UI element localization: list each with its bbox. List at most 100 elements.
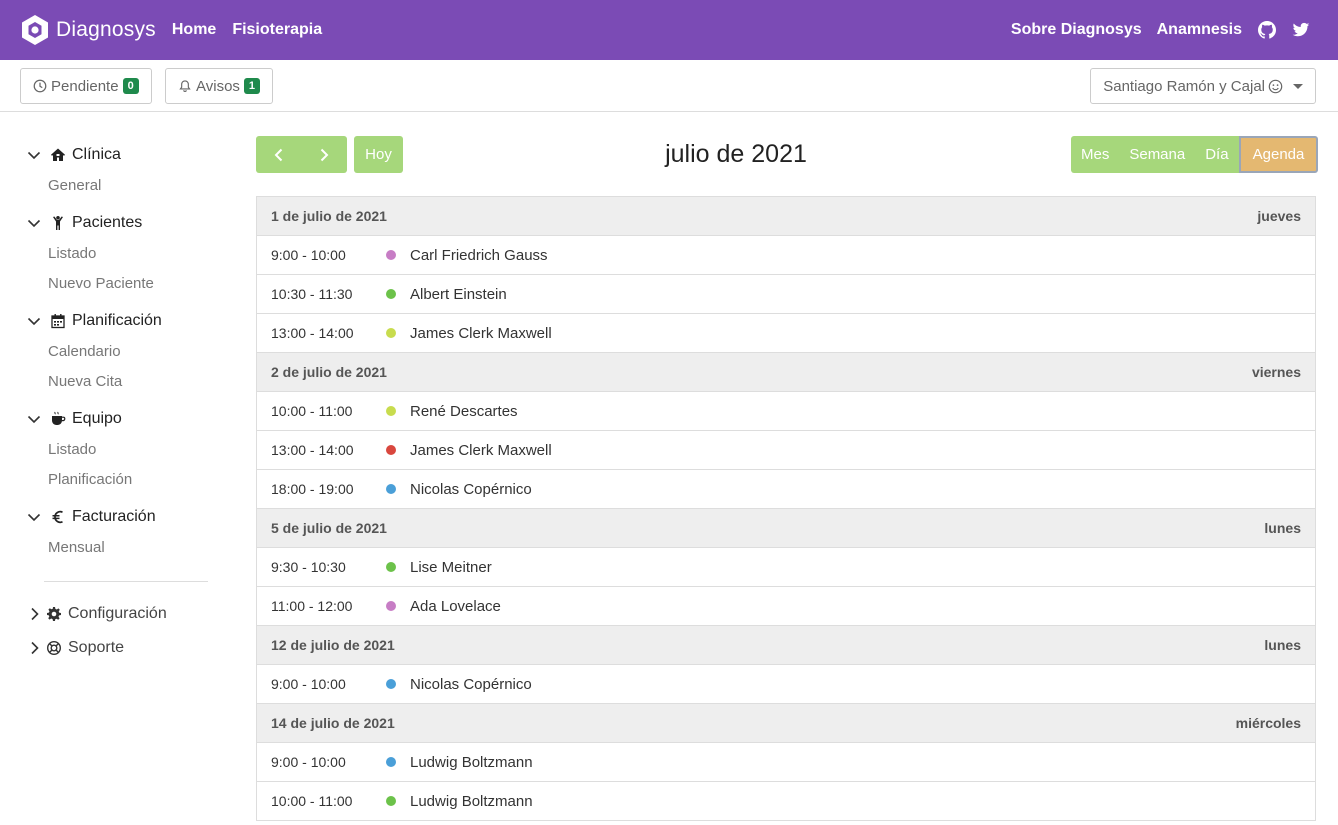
pending-button[interactable]: Pendiente 0 (20, 68, 152, 104)
event-color-dot (386, 796, 396, 806)
next-button[interactable] (302, 147, 347, 163)
agenda-date[interactable]: 2 de julio de 2021 (271, 364, 387, 380)
user-dropdown[interactable]: Santiago Ramón y Cajal (1090, 68, 1316, 104)
user-name: Santiago Ramón y Cajal (1103, 77, 1265, 95)
alerts-button[interactable]: Avisos 1 (165, 68, 274, 104)
agenda-day-header: 5 de julio de 2021 lunes (257, 509, 1315, 548)
agenda-day-header: 1 de julio de 2021 jueves (257, 197, 1315, 236)
event-color-dot (386, 406, 396, 416)
hexagon-logo-icon (22, 15, 48, 45)
agenda-day-header: 12 de julio de 2021 lunes (257, 626, 1315, 665)
view-switcher: Mes Semana Día (1071, 136, 1242, 173)
view-day-button[interactable]: Día (1195, 146, 1238, 163)
event-time: 9:00 - 10:00 (271, 247, 346, 263)
event-color-dot (386, 484, 396, 494)
view-week-button[interactable]: Semana (1119, 146, 1195, 163)
brand[interactable]: Diagnosys (20, 14, 156, 46)
sidebar-item-label: Soporte (68, 639, 125, 656)
sidebar-section-pacientes[interactable]: Pacientes (26, 214, 142, 232)
prev-button[interactable] (257, 147, 302, 163)
agenda-event-row[interactable]: 10:00 - 11:00 René Descartes (257, 392, 1315, 431)
agenda-event-row[interactable]: 13:00 - 14:00 James Clerk Maxwell (257, 431, 1315, 470)
nav-link-sobre[interactable]: Sobre Diagnosys (1011, 21, 1142, 39)
prev-next-group (256, 136, 347, 173)
gear-icon (46, 606, 62, 622)
brand-name: Diagnosys (56, 18, 156, 41)
agenda-event-row[interactable]: 9:00 - 10:00 Carl Friedrich Gauss (257, 236, 1315, 275)
sidebar-item-pacientes-listado[interactable]: Listado (48, 245, 96, 262)
sidebar-item-nueva-cita[interactable]: Nueva Cita (48, 373, 122, 390)
calendar-title: julio de 2021 (665, 140, 807, 168)
euro-icon (50, 509, 66, 525)
sidebar-item-soporte[interactable]: Soporte (26, 639, 124, 657)
event-title[interactable]: Lise Meitner (410, 559, 492, 576)
event-title[interactable]: Ludwig Boltzmann (410, 793, 533, 810)
sidebar-item-general[interactable]: General (48, 177, 101, 194)
event-title[interactable]: James Clerk Maxwell (410, 442, 552, 459)
agenda-event-row[interactable]: 13:00 - 14:00 James Clerk Maxwell (257, 314, 1315, 353)
agenda-event-row[interactable]: 11:00 - 12:00 Ada Lovelace (257, 587, 1315, 626)
chevron-down-icon (26, 147, 42, 163)
sidebar-item-calendario[interactable]: Calendario (48, 343, 121, 360)
agenda-date[interactable]: 1 de julio de 2021 (271, 208, 387, 224)
sidebar-section-equipo[interactable]: Equipo (26, 410, 122, 428)
agenda-day-header: 14 de julio de 2021 miércoles (257, 704, 1315, 743)
sidebar-section-label: Planificación (72, 312, 162, 329)
today-button[interactable]: Hoy (354, 136, 403, 173)
sidebar-section-clinica[interactable]: Clínica (26, 146, 121, 164)
chevron-down-icon (26, 313, 42, 329)
event-color-dot (386, 289, 396, 299)
calendar-icon (50, 313, 66, 329)
event-title[interactable]: René Descartes (410, 403, 518, 420)
event-time: 9:30 - 10:30 (271, 559, 346, 575)
sidebar-item-configuracion[interactable]: Configuración (26, 605, 167, 623)
sidebar-section-planificacion[interactable]: Planificación (26, 312, 162, 330)
event-color-dot (386, 328, 396, 338)
nav-link-fisioterapia[interactable]: Fisioterapia (232, 21, 322, 39)
event-color-dot (386, 757, 396, 767)
pending-label: Pendiente (51, 77, 119, 95)
sidebar-item-equipo-listado[interactable]: Listado (48, 441, 96, 458)
agenda-date[interactable]: 14 de julio de 2021 (271, 715, 395, 731)
sidebar-item-nuevo-paciente[interactable]: Nuevo Paciente (48, 275, 154, 292)
agenda-event-row[interactable]: 9:30 - 10:30 Lise Meitner (257, 548, 1315, 587)
sidebar-section-facturacion[interactable]: Facturación (26, 508, 156, 526)
twitter-icon[interactable] (1292, 21, 1310, 39)
event-time: 11:00 - 12:00 (271, 598, 353, 614)
sidebar-item-mensual[interactable]: Mensual (48, 539, 105, 556)
chevron-right-icon (26, 640, 42, 656)
top-navbar: Diagnosys Home Fisioterapia Sobre Diagno… (0, 0, 1338, 60)
sidebar-section-label: Clínica (72, 146, 121, 163)
view-agenda-button[interactable]: Agenda (1239, 136, 1318, 173)
event-color-dot (386, 562, 396, 572)
sidebar-item-equipo-planificacion[interactable]: Planificación (48, 471, 132, 488)
agenda-weekday: miércoles (1235, 715, 1301, 731)
github-icon[interactable] (1258, 21, 1276, 39)
event-title[interactable]: Carl Friedrich Gauss (410, 247, 548, 264)
event-title[interactable]: Albert Einstein (410, 286, 507, 303)
event-title[interactable]: Ada Lovelace (410, 598, 501, 615)
event-title[interactable]: Nicolas Copérnico (410, 481, 532, 498)
chevron-right-icon (320, 148, 329, 161)
event-title[interactable]: Nicolas Copérnico (410, 676, 532, 693)
nav-link-home[interactable]: Home (172, 21, 216, 39)
agenda-date[interactable]: 5 de julio de 2021 (271, 520, 387, 536)
agenda-event-row[interactable]: 10:30 - 11:30 Albert Einstein (257, 275, 1315, 314)
nav-link-anamnesis[interactable]: Anamnesis (1157, 21, 1242, 39)
alerts-count-badge: 1 (243, 78, 261, 94)
event-time: 13:00 - 14:00 (271, 442, 354, 458)
agenda-event-row[interactable]: 18:00 - 19:00 Nicolas Copérnico (257, 470, 1315, 509)
agenda-event-row[interactable]: 10:00 - 11:00 Ludwig Boltzmann (257, 782, 1315, 821)
event-title[interactable]: Ludwig Boltzmann (410, 754, 533, 771)
agenda-date[interactable]: 12 de julio de 2021 (271, 637, 395, 653)
view-month-button[interactable]: Mes (1071, 146, 1119, 163)
agenda-event-row[interactable]: 9:00 - 10:00 Ludwig Boltzmann (257, 743, 1315, 782)
event-title[interactable]: James Clerk Maxwell (410, 325, 552, 342)
sidebar-section-label: Pacientes (72, 214, 143, 231)
pending-count-badge: 0 (122, 78, 139, 94)
bell-icon (178, 79, 192, 93)
chevron-left-icon (274, 148, 283, 161)
coffee-icon (50, 411, 66, 427)
alerts-label: Avisos (196, 77, 240, 95)
agenda-event-row[interactable]: 9:00 - 10:00 Nicolas Copérnico (257, 665, 1315, 704)
